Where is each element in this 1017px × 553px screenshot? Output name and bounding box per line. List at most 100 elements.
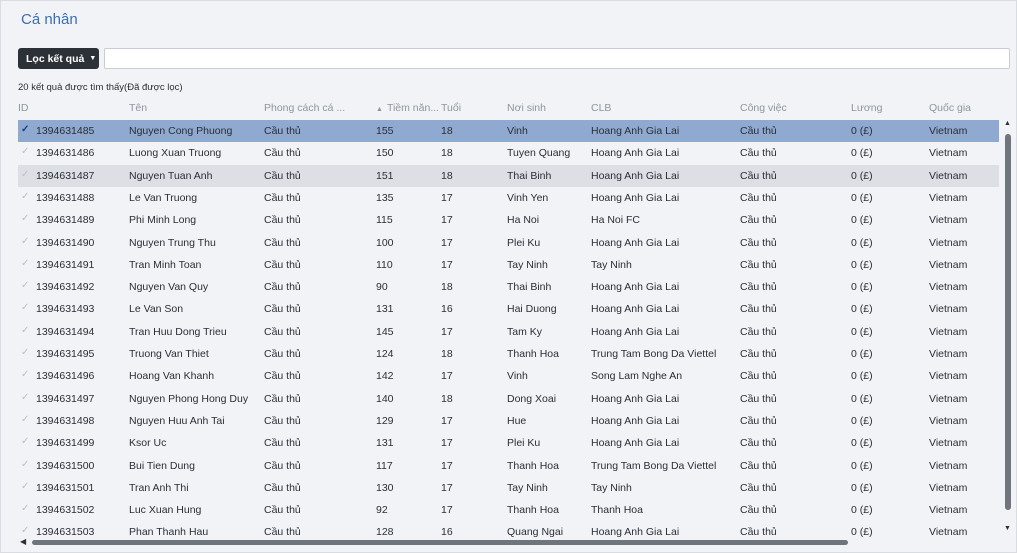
- cell-id: 1394631490: [36, 236, 95, 249]
- cell-id: 1394631489: [36, 214, 95, 227]
- cell-birthplace: Plei Ku: [507, 236, 541, 249]
- cell-salary: 0 (£): [851, 526, 873, 537]
- table-row[interactable]: ✓ 1394631499 Ksor Uc Cầu thủ 131 17 Plei Ku Hoa…: [18, 432, 999, 454]
- checkmark-icon[interactable]: ✓: [21, 213, 29, 224]
- table-row[interactable]: ✓ 1394631491 Tran Minh Toan Cầu thủ 110 17 Tay…: [18, 254, 999, 276]
- cell-club: Hoang Anh Gia Lai: [591, 281, 680, 294]
- checkmark-icon[interactable]: ✓: [21, 191, 29, 202]
- cell-potential: 155: [376, 125, 394, 137]
- table-row[interactable]: ✓ 1394631485 Nguyen Cong Phuong Cầu thủ 155 1…: [18, 120, 999, 143]
- checkmark-icon[interactable]: ✓: [21, 169, 29, 180]
- cell-potential: 142: [376, 370, 394, 383]
- cell-style: Cầu thủ: [264, 504, 301, 517]
- cell-salary: 0 (£): [851, 236, 873, 249]
- cell-salary: 0 (£): [851, 258, 873, 271]
- cell-job: Cầu thủ: [740, 281, 777, 294]
- header-col-club[interactable]: CLB: [591, 102, 739, 114]
- table-row[interactable]: ✓ 1394631494 Tran Huu Dong Trieu Cầu thủ 145…: [18, 321, 999, 343]
- cell-name: Le Van Truong: [129, 191, 198, 204]
- cell-name: Nguyen Tuan Anh: [129, 169, 213, 182]
- cell-name: Tran Anh Thi: [129, 481, 189, 494]
- cell-id: 1394631485: [36, 125, 95, 137]
- table-row[interactable]: ✓ 1394631492 Nguyen Van Quy Cầu thủ 90 18 Thai…: [18, 276, 999, 298]
- table-row[interactable]: ✓ 1394631495 Truong Van Thiet Cầu thủ 124 18 T…: [18, 343, 999, 365]
- checkmark-icon[interactable]: ✓: [21, 258, 29, 269]
- table-row[interactable]: ✓ 1394631486 Luong Xuan Truong Cầu thủ 150 18…: [18, 142, 999, 164]
- checkmark-icon[interactable]: ✓: [21, 236, 29, 247]
- horizontal-scrollbar[interactable]: ◀: [18, 537, 999, 549]
- cell-birthplace: Dong Xoai: [507, 392, 557, 405]
- table-row[interactable]: ✓ 1394631502 Luc Xuan Hung Cầu thủ 92 17 Thanh…: [18, 499, 999, 521]
- header-col-age[interactable]: Tuổi: [441, 102, 505, 114]
- cell-nationality: Vietnam: [929, 258, 968, 271]
- checkmark-icon[interactable]: ✓: [21, 302, 29, 313]
- vertical-scroll-thumb[interactable]: [1005, 134, 1011, 510]
- cell-club: Hoang Anh Gia Lai: [591, 414, 680, 427]
- scroll-left-icon[interactable]: ◀: [20, 537, 26, 546]
- cell-potential: 145: [376, 325, 394, 338]
- cell-nationality: Vietnam: [929, 147, 968, 160]
- checkmark-icon[interactable]: ✓: [21, 369, 29, 380]
- table-row[interactable]: ✓ 1394631498 Nguyen Huu Anh Tai Cầu thủ 129 1…: [18, 410, 999, 432]
- table-row[interactable]: ✓ 1394631489 Phi Minh Long Cầu thủ 115 17 Ha N…: [18, 209, 999, 231]
- cell-style: Cầu thủ: [264, 191, 301, 204]
- cell-style: Cầu thủ: [264, 392, 301, 405]
- cell-age: 18: [441, 348, 453, 360]
- header-col-nationality[interactable]: Quốc gia: [929, 102, 999, 114]
- table-row[interactable]: ✓ 1394631500 Bui Tien Dung Cầu thủ 117 17 Than…: [18, 455, 999, 477]
- cell-birthplace: Vinh: [507, 125, 528, 137]
- checkmark-icon[interactable]: ✓: [21, 325, 29, 336]
- checkmark-icon[interactable]: ✓: [21, 503, 29, 514]
- filter-results-button[interactable]: Lọc kết quả ▼: [18, 48, 99, 69]
- cell-age: 17: [441, 370, 453, 383]
- header-col-name[interactable]: Tên: [129, 102, 262, 114]
- table-row[interactable]: ✓ 1394631501 Tran Anh Thi Cầu thủ 130 17 Tay N…: [18, 477, 999, 499]
- header-col-potential[interactable]: ▲ Tiềm năn...: [376, 102, 439, 114]
- cell-age: 17: [441, 258, 453, 271]
- table-row[interactable]: ✓ 1394631490 Nguyen Trung Thu Cầu thủ 100 17 P…: [18, 232, 999, 254]
- checkmark-icon[interactable]: ✓: [21, 392, 29, 403]
- checkmark-icon[interactable]: ✓: [21, 459, 29, 470]
- cell-potential: 135: [376, 191, 394, 204]
- table-row[interactable]: ✓ 1394631496 Hoang Van Khanh Cầu thủ 142 17 Vi…: [18, 365, 999, 387]
- scroll-down-icon[interactable]: ▼: [1004, 525, 1011, 532]
- cell-club: Hoang Anh Gia Lai: [591, 526, 680, 537]
- checkmark-icon[interactable]: ✓: [21, 146, 29, 157]
- checkmark-icon[interactable]: ✓: [21, 481, 29, 492]
- table-row[interactable]: ✓ 1394631488 Le Van Truong Cầu thủ 135 17 Vinh…: [18, 187, 999, 209]
- cell-birthplace: Tay Ninh: [507, 258, 548, 271]
- cell-salary: 0 (£): [851, 504, 873, 517]
- header-col-birthplace[interactable]: Nơi sinh: [507, 102, 589, 114]
- cell-age: 17: [441, 414, 453, 427]
- cell-job: Cầu thủ: [740, 348, 777, 360]
- checkmark-icon[interactable]: ✓: [21, 124, 29, 135]
- checkmark-icon[interactable]: ✓: [21, 347, 29, 358]
- cell-potential: 100: [376, 236, 394, 249]
- cell-id: 1394631493: [36, 303, 95, 316]
- header-col-style[interactable]: Phong cách cá ...: [264, 102, 374, 114]
- cell-job: Cầu thủ: [740, 214, 777, 227]
- header-label: Nơi sinh: [507, 102, 546, 114]
- cell-id: 1394631491: [36, 258, 95, 271]
- table-row[interactable]: ✓ 1394631487 Nguyen Tuan Anh Cầu thủ 151 18 Th…: [18, 164, 999, 187]
- cell-nationality: Vietnam: [929, 236, 968, 249]
- table-row[interactable]: ✓ 1394631493 Le Van Son Cầu thủ 131 16 Hai Duo…: [18, 298, 999, 320]
- vertical-scrollbar[interactable]: ▲ ▼: [1002, 120, 1015, 537]
- header-col-salary[interactable]: Lương: [851, 102, 927, 114]
- personal-panel: Cá nhân Lọc kết quả ▼ 20 kết quả được tì…: [0, 0, 1017, 553]
- cell-name: Phan Thanh Hau: [129, 526, 209, 537]
- header-col-job[interactable]: Công việc: [740, 102, 849, 114]
- header-col-id[interactable]: ID: [18, 102, 126, 114]
- checkmark-icon[interactable]: ✓: [21, 525, 29, 536]
- caret-down-icon: ▼: [89, 55, 97, 62]
- cell-age: 16: [441, 526, 453, 537]
- filter-input[interactable]: [104, 48, 1010, 69]
- cell-name: Le Van Son: [129, 303, 184, 316]
- checkmark-icon[interactable]: ✓: [21, 414, 29, 425]
- table-row[interactable]: ✓ 1394631503 Phan Thanh Hau Cầu thủ 128 16 Qua…: [18, 521, 999, 537]
- scroll-up-icon[interactable]: ▲: [1004, 120, 1011, 127]
- checkmark-icon[interactable]: ✓: [21, 280, 29, 291]
- checkmark-icon[interactable]: ✓: [21, 436, 29, 447]
- table-row[interactable]: ✓ 1394631497 Nguyen Phong Hong Duy Cầu thủ 1…: [18, 388, 999, 410]
- horizontal-scroll-thumb[interactable]: [32, 540, 848, 545]
